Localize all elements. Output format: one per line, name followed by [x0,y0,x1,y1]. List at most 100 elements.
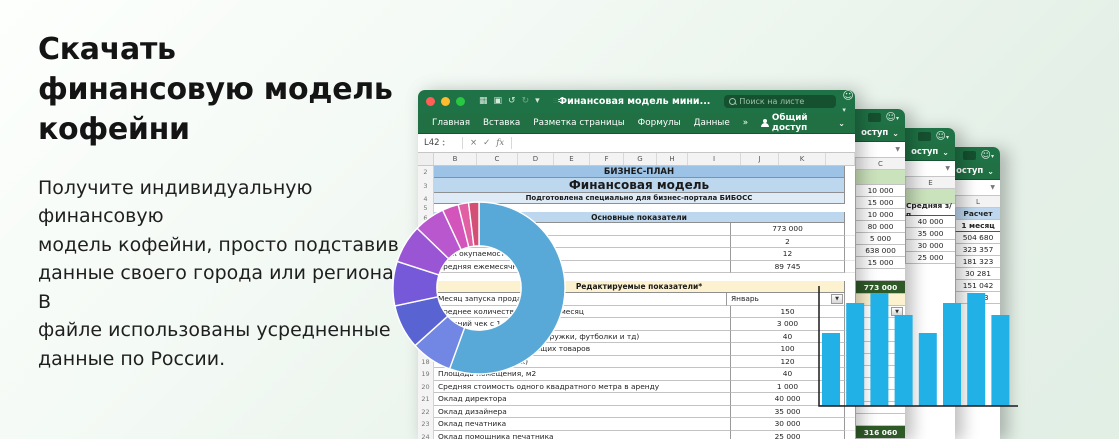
page-title: Скачать финансовую модель кофейни [38,30,410,150]
sheet-row: 24Оклад помощника печатника25 000 [418,431,855,439]
strip-cell: 80 000 [855,221,905,233]
window-titlebar: ☺▾ [905,128,955,144]
dropdown-arrow-icon[interactable]: ▼ [945,165,950,172]
cell-empty [845,223,855,236]
row-number[interactable]: 20 [418,381,434,394]
sheet-row: 22Оклад дизайнера35 000 [418,406,855,419]
cell-label: Оклад помощника печатника [434,431,730,439]
window-controls [426,97,465,106]
tab-data[interactable]: Данные [694,118,730,128]
share-button[interactable]: Общий доступ ⌄ [761,113,845,133]
landing-hero-section: Скачать финансовую модель кофейни Получи… [0,0,1119,439]
window-titlebar: ▦ ▣ ↺ ↻ ▾ Финансовая модель мини... Поис… [418,90,855,113]
column-header[interactable]: C [477,153,518,165]
search-input[interactable]: Поиск на листе [724,95,836,108]
share-button-fragment[interactable]: оступ [911,147,938,157]
row-number[interactable]: 22 [418,406,434,419]
row-number[interactable]: 24 [418,431,434,439]
strip-cell: Средняя з/п [905,204,955,216]
strip-cell: 25 000 [905,252,955,264]
sheet-row: 3Финансовая модель [418,178,855,193]
minimize-button[interactable] [441,97,450,106]
window-menubar: оступ ⌄ [855,125,905,142]
strip-cell: 40 000 [905,216,955,228]
bar-series-item [895,315,913,406]
search-box-fragment [918,132,931,141]
cell-empty [845,418,855,431]
row-number[interactable]: 23 [418,418,434,431]
smiley-icon[interactable]: ☺▾ [981,150,994,161]
sidebar-toggle-icon[interactable]: ▦ [479,97,488,106]
strip-cell: 638 000 [855,245,905,257]
confirm-icon[interactable]: ✓ [483,138,490,148]
window-menubar: оступ ⌄ [905,144,955,161]
sheet-row: 23Оклад печатника30 000 [418,418,855,431]
cell-label: Средняя стоимость одного квадратного мет… [434,381,730,394]
row-number[interactable]: 2 [418,166,434,178]
select-all-corner[interactable] [418,153,434,165]
cell-label: Оклад директора [434,393,730,406]
bar-series-item [822,333,840,406]
name-box[interactable]: L42 ▴▾ [418,138,458,148]
search-box-fragment [963,151,976,160]
column-header[interactable]: L [955,196,1000,208]
formula-bar-fragment: ▼ [955,180,1000,196]
undo-icon[interactable]: ↺ [508,97,516,106]
cell-value: 2 [730,236,845,249]
row-number[interactable]: 21 [418,393,434,406]
column-header[interactable]: C [855,158,905,170]
cancel-icon[interactable]: × [470,138,477,148]
search-placeholder: Поиск на листе [739,97,804,106]
strip-cell: 35 000 [905,228,955,240]
tab-insert[interactable]: Вставка [483,118,520,128]
column-header[interactable]: J [741,153,779,165]
column-header[interactable]: I [688,153,741,165]
tab-home[interactable]: Главная [432,118,470,128]
dropdown-arrow-icon[interactable]: ▼ [990,184,995,191]
smiley-icon[interactable]: ☺▾ [886,112,899,123]
tabs-overflow[interactable]: » [743,118,748,128]
cell-empty [845,236,855,249]
cell-value: 773 000 [730,223,845,236]
column-headers: BCDEFGHIJK [418,153,855,166]
share-button-fragment[interactable]: оступ [956,166,983,176]
column-header[interactable]: F [590,153,624,165]
chevron-down-icon: ⌄ [942,148,949,157]
page-description: Получите индивидуальную финансовую модел… [38,174,410,374]
strip-cell: 15 000 [855,257,905,269]
window-titlebar: ☺▾ [855,109,905,125]
row-number[interactable]: 3 [418,178,434,193]
smiley-icon[interactable]: ☺▾ [936,131,949,142]
redo-icon[interactable]: ↻ [522,97,530,106]
cell-empty [845,248,855,261]
close-button[interactable] [426,97,435,106]
column-header[interactable]: G [624,153,657,165]
column-header[interactable]: K [779,153,826,165]
save-icon[interactable]: ▣ [494,97,503,106]
search-icon [729,98,736,105]
column-header[interactable]: D [518,153,554,165]
bar-series-item [967,293,985,406]
strip-cell: 5 000 [855,233,905,245]
column-header[interactable]: B [434,153,477,165]
sheet-row: 2БИЗНЕС-ПЛАН [418,166,855,178]
column-header[interactable]: H [657,153,688,165]
dropdown-arrow-icon[interactable]: ▼ [895,146,900,153]
share-button-fragment[interactable]: оступ [861,128,888,138]
strip-cell: 30 281 [955,268,1000,280]
ribbon-collapse-icon[interactable]: ▾ [535,97,540,106]
tab-formulas[interactable]: Формулы [638,118,681,128]
smiley-icon[interactable]: ☺ ▾ [842,89,853,115]
column-header[interactable]: E [554,153,590,165]
sheet-row: 21Оклад директора40 000 [418,393,855,406]
maximize-button[interactable] [456,97,465,106]
cell-empty [845,431,855,439]
strip-cell [855,170,905,185]
name-box-spinner[interactable]: ▴▾ [443,139,445,146]
column-header[interactable]: E [905,177,955,189]
formula-bar: L42 ▴▾ × ✓ fx [418,134,855,153]
strip-cell: 316 060 [855,426,905,439]
function-icon[interactable]: fx [496,138,504,148]
tab-page-layout[interactable]: Разметка страницы [533,118,624,128]
cell-value: 25 000 [730,431,845,439]
